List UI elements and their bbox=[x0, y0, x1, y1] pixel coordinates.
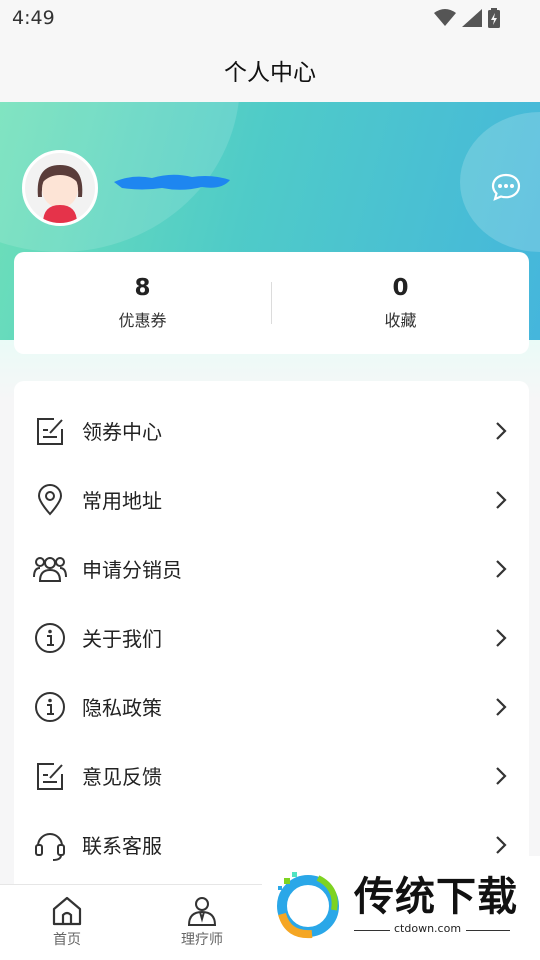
stat-label: 收藏 bbox=[384, 311, 417, 330]
avatar[interactable] bbox=[22, 150, 98, 226]
battery-icon bbox=[488, 8, 500, 28]
nav-label: 理疗师 bbox=[181, 932, 223, 948]
page-title: 个人中心 bbox=[224, 60, 316, 86]
nav-item-therapist[interactable]: 理疗师 bbox=[152, 895, 252, 949]
chevron-right-icon bbox=[496, 559, 507, 578]
username-redacted bbox=[114, 174, 230, 190]
stats-card: 8 优惠券 0 收藏 bbox=[14, 252, 529, 354]
menu-item-feedback[interactable]: 意见反馈 bbox=[14, 741, 529, 810]
divider bbox=[354, 930, 390, 931]
users-group-icon bbox=[32, 551, 68, 587]
divider bbox=[466, 930, 510, 931]
edit-note-icon bbox=[32, 413, 68, 449]
menu-item-privacy-policy[interactable]: 隐私政策 bbox=[14, 672, 529, 741]
home-icon bbox=[52, 896, 82, 926]
status-bar: 4:49 bbox=[0, 0, 540, 36]
menu-label: 申请分销员 bbox=[82, 558, 182, 582]
headset-icon bbox=[32, 827, 68, 863]
watermark-url: ctdown.com bbox=[394, 922, 462, 935]
menu-list: 领券中心 常用地址 申请分销员 关于我们 隐私政策 意见反馈 联系客服 bbox=[14, 381, 529, 901]
wifi-icon bbox=[434, 9, 456, 26]
watermark-brand: 传统下载 bbox=[354, 874, 518, 920]
chevron-right-icon bbox=[496, 835, 507, 854]
watermark: 传统下载 ctdown.com bbox=[262, 856, 540, 960]
chevron-right-icon bbox=[496, 421, 507, 440]
menu-label: 领券中心 bbox=[82, 420, 162, 444]
chevron-right-icon bbox=[496, 697, 507, 716]
stat-value: 0 bbox=[392, 275, 409, 301]
stat-favorites[interactable]: 0 收藏 bbox=[272, 252, 529, 354]
chevron-right-icon bbox=[496, 766, 507, 785]
title-bar: 个人中心 bbox=[0, 36, 540, 102]
location-pin-icon bbox=[32, 482, 68, 518]
info-circle-icon bbox=[32, 689, 68, 725]
menu-label: 常用地址 bbox=[82, 489, 162, 513]
message-button[interactable] bbox=[488, 170, 524, 204]
menu-label: 隐私政策 bbox=[82, 696, 162, 720]
menu-item-apply-distributor[interactable]: 申请分销员 bbox=[14, 534, 529, 603]
status-time: 4:49 bbox=[12, 7, 55, 29]
menu-label: 关于我们 bbox=[82, 627, 162, 651]
chat-bubble-icon bbox=[491, 173, 521, 201]
status-icons bbox=[434, 8, 500, 28]
watermark-logo-icon bbox=[277, 872, 339, 939]
chevron-right-icon bbox=[496, 628, 507, 647]
avatar-image bbox=[25, 153, 95, 223]
stat-label: 优惠券 bbox=[118, 311, 167, 330]
edit-note-icon bbox=[32, 758, 68, 794]
info-circle-icon bbox=[32, 620, 68, 656]
menu-label: 意见反馈 bbox=[82, 765, 162, 789]
signal-icon bbox=[462, 9, 482, 27]
stat-value: 8 bbox=[134, 275, 151, 301]
therapist-icon bbox=[187, 897, 217, 926]
menu-item-coupon-center[interactable]: 领券中心 bbox=[14, 396, 529, 465]
stat-coupons[interactable]: 8 优惠券 bbox=[14, 252, 271, 354]
nav-item-home[interactable]: 首页 bbox=[17, 895, 117, 949]
nav-label: 首页 bbox=[53, 932, 81, 948]
menu-item-about-us[interactable]: 关于我们 bbox=[14, 603, 529, 672]
chevron-right-icon bbox=[496, 490, 507, 509]
menu-item-addresses[interactable]: 常用地址 bbox=[14, 465, 529, 534]
menu-label: 联系客服 bbox=[82, 834, 162, 858]
